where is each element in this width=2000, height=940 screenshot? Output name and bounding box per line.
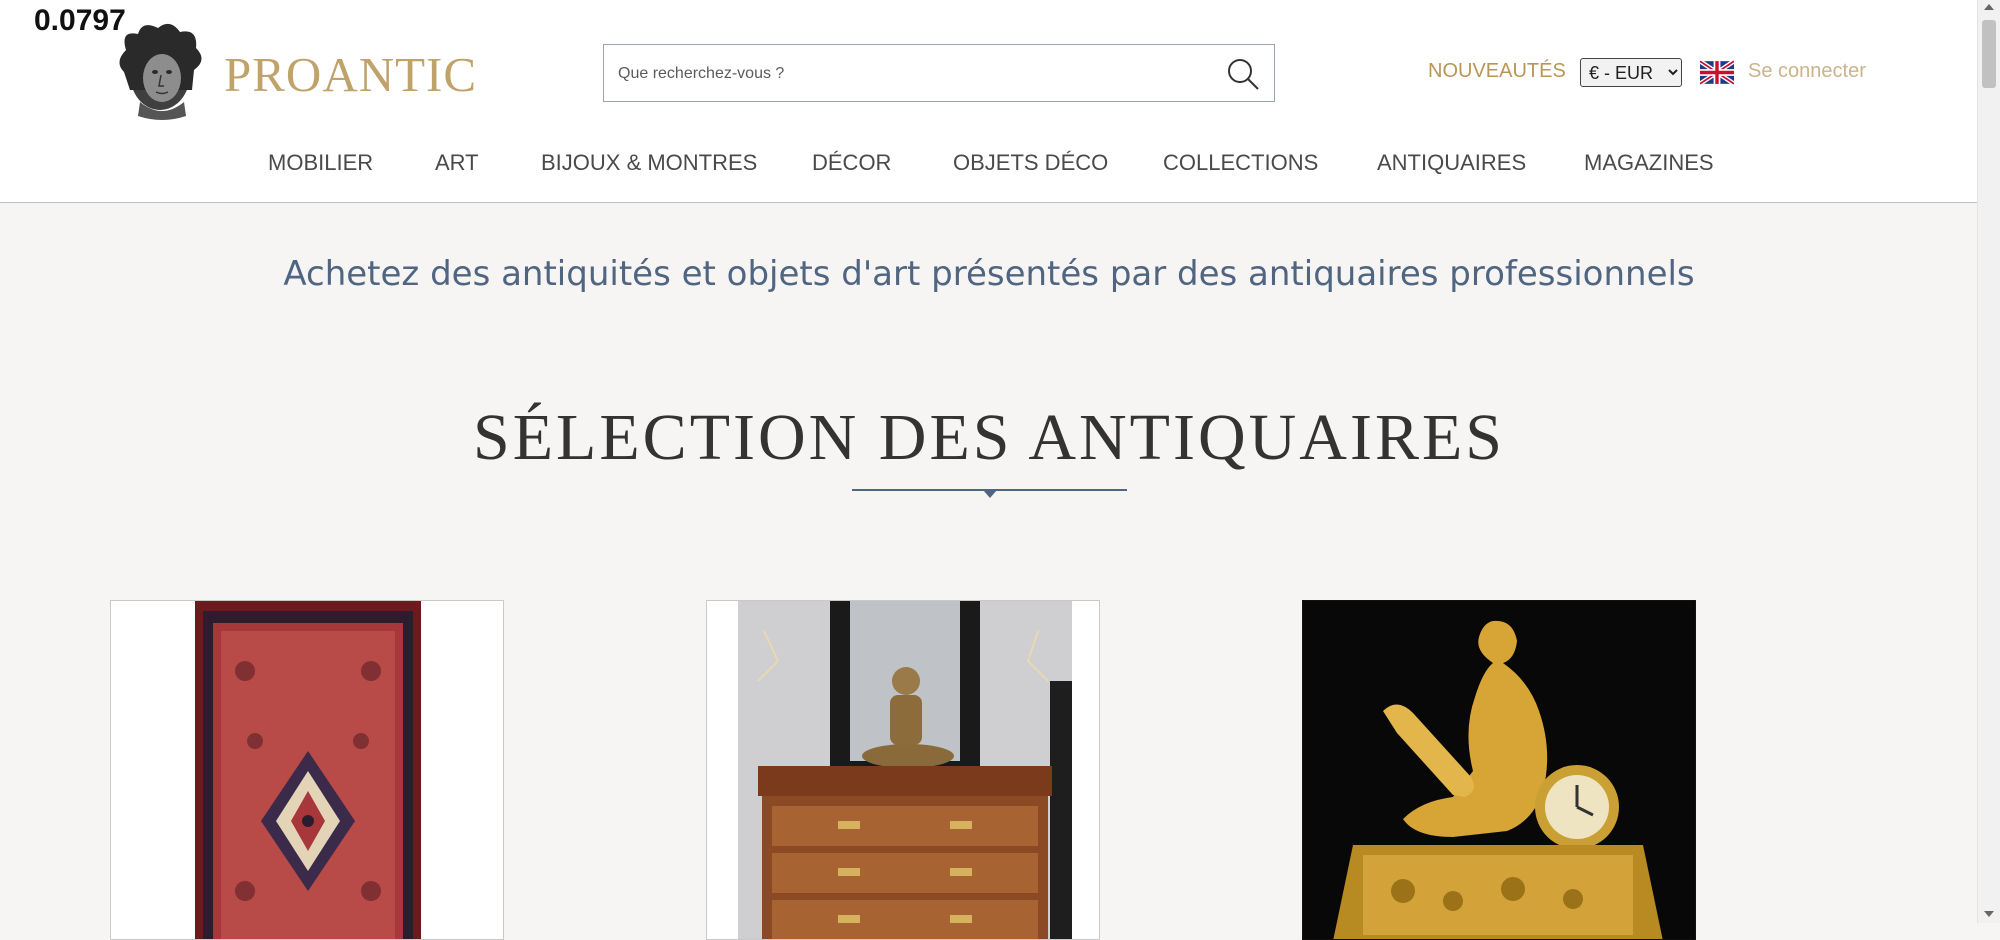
persian-rug-image[interactable] bbox=[195, 601, 421, 940]
menu-item-bijoux-montres[interactable]: BIJOUX & MONTRES bbox=[541, 150, 757, 176]
currency-select[interactable]: € - EUR bbox=[1580, 58, 1682, 87]
menu-item-objets-deco[interactable]: OBJETS DÉCO bbox=[953, 150, 1108, 176]
menu-item-antiquaires[interactable]: ANTIQUAIRES bbox=[1377, 150, 1526, 176]
scroll-thumb[interactable] bbox=[1982, 20, 1996, 88]
scroll-down-arrow-icon[interactable] bbox=[1984, 911, 1994, 917]
antique-commode-image[interactable] bbox=[738, 601, 1072, 940]
login-link[interactable]: Se connecter bbox=[1748, 60, 1866, 83]
product-card-rug[interactable] bbox=[110, 600, 504, 940]
menu-item-decor[interactable]: DÉCOR bbox=[812, 150, 891, 176]
main-menu: MOBILIER ART BIJOUX & MONTRES DÉCOR OBJE… bbox=[0, 150, 1978, 180]
brand-name[interactable]: PROANTIC bbox=[224, 46, 477, 103]
search-input[interactable] bbox=[616, 45, 1200, 103]
uk-flag-icon[interactable] bbox=[1700, 60, 1734, 85]
menu-item-collections[interactable]: COLLECTIONS bbox=[1163, 150, 1318, 176]
hero-tagline: Achetez des antiquités et objets d'art p… bbox=[283, 254, 1695, 294]
menu-item-mobilier[interactable]: MOBILIER bbox=[268, 150, 373, 176]
new-arrivals-link[interactable]: NOUVEAUTÉS bbox=[1428, 60, 1566, 83]
section-title: SÉLECTION DES ANTIQUAIRES bbox=[473, 401, 1505, 474]
search-icon[interactable] bbox=[1226, 57, 1260, 91]
menu-item-art[interactable]: ART bbox=[435, 150, 479, 176]
divider-arrow bbox=[983, 490, 997, 498]
scroll-up-arrow-icon[interactable] bbox=[1984, 4, 1994, 10]
search-bar bbox=[603, 44, 1275, 103]
medusa-head-logo[interactable] bbox=[112, 20, 208, 122]
product-card-clock[interactable] bbox=[1302, 600, 1696, 940]
menu-item-magazines[interactable]: MAGAZINES bbox=[1584, 150, 1714, 176]
product-card-commode[interactable] bbox=[706, 600, 1100, 940]
page-scrollbar[interactable] bbox=[1977, 0, 2000, 923]
overlay-score-number: 0.0797 bbox=[34, 4, 126, 37]
gilt-bronze-clock-image[interactable] bbox=[1303, 601, 1696, 940]
site-header: PROANTIC NOUVEAUTÉS € - EUR Se connecter… bbox=[0, 0, 1978, 203]
